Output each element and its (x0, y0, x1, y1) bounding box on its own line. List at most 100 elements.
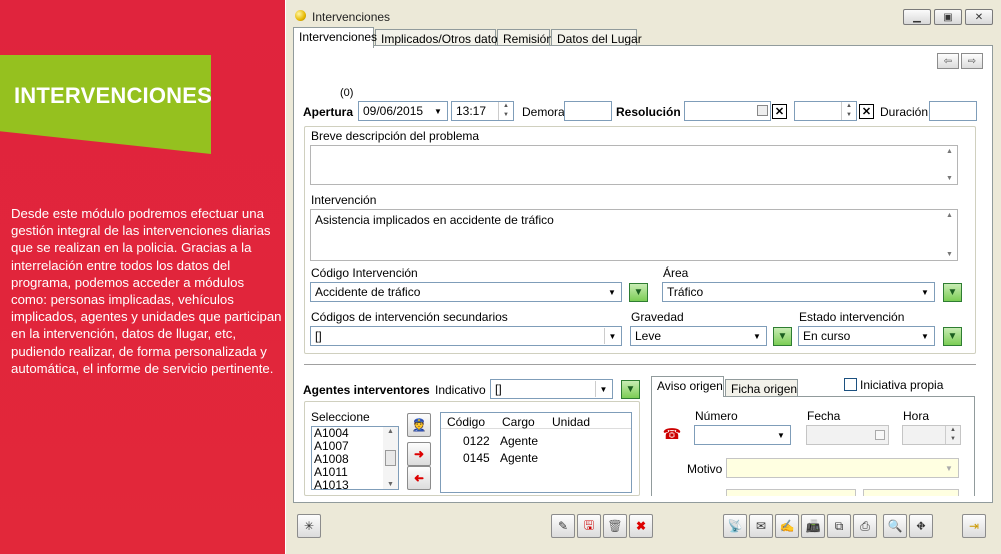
cancel-icon[interactable]: ✖ (629, 514, 653, 538)
cell-cargo: Agente (500, 451, 539, 465)
agent-available-list[interactable]: A1004 A1007 A1008 A1011 A1013 ▲ ▼ (311, 426, 399, 490)
aviso-panel: Número Fecha Hora ☎ ▼ ▲ ▼ Motivo ▼ (651, 396, 975, 496)
apertura-time-value: 13:17 (456, 104, 487, 118)
edit-icon[interactable]: ✎ (551, 514, 575, 538)
gravedad-label: Gravedad (631, 310, 684, 324)
chevron-down-icon[interactable]: ▼ (595, 381, 611, 397)
motivo-select[interactable]: ▼ (726, 458, 959, 478)
apertura-time-input[interactable]: 13:17 ▲ ▼ (451, 101, 514, 121)
phone-icon[interactable]: ☎ (661, 425, 683, 443)
window-title: Intervenciones (312, 10, 391, 24)
chevron-down-icon[interactable]: ▼ (917, 328, 933, 344)
time-spinner-icon[interactable]: ▲ ▼ (945, 426, 960, 444)
close-button[interactable]: ✕ (965, 9, 993, 25)
chevron-down-icon[interactable]: ▼ (941, 460, 957, 476)
remove-agent-arrow-icon[interactable]: ➜ (407, 466, 431, 490)
breve-textarea[interactable]: ▲ ▼ (310, 145, 958, 185)
new-record-icon[interactable]: ✳ (297, 514, 321, 538)
scrollbar[interactable]: ▲ ▼ (942, 146, 957, 184)
chevron-down-icon[interactable]: ▼ (604, 328, 620, 344)
area-select[interactable]: Tráfico ▼ (662, 282, 935, 302)
exit-icon[interactable]: ⇥ (962, 514, 986, 538)
print-icon[interactable]: ⎙ (853, 514, 877, 538)
codigo-confirm-button[interactable]: ▼ (629, 283, 648, 302)
iniciativa-checkbox[interactable] (844, 378, 857, 391)
indicativo-select[interactable]: [] ▼ (490, 379, 613, 399)
chevron-down-icon[interactable]: ▼ (430, 103, 446, 119)
table-row[interactable]: 0122 Agente (441, 432, 631, 448)
indicativo-value: [] (495, 382, 502, 396)
chevron-down-icon[interactable]: ▼ (773, 427, 789, 443)
radio-icon[interactable]: 📡 (723, 514, 747, 538)
tab-aviso-origen[interactable]: Aviso origen (651, 376, 724, 397)
record-counter: (0) (340, 87, 354, 99)
resolucion-time-input[interactable]: ▲ ▼ (794, 101, 857, 121)
iniciativa-label: Iniciativa propia (860, 378, 944, 392)
time-spinner-icon[interactable]: ▲ ▼ (841, 102, 856, 120)
secundarios-select[interactable]: [] ▼ (310, 326, 622, 346)
gravedad-confirm-button[interactable]: ▼ (773, 327, 792, 346)
fecha-input[interactable] (806, 425, 889, 445)
codigo-select[interactable]: Accidente de tráfico ▼ (310, 282, 622, 302)
column-header[interactable]: Cargo (502, 415, 535, 429)
next-record-button[interactable]: ⇨ (961, 53, 983, 69)
column-header[interactable]: Unidad (552, 415, 590, 429)
apertura-label: Apertura (303, 105, 354, 119)
tab-intervenciones[interactable]: Intervenciones (293, 27, 377, 48)
demora-input[interactable] (564, 101, 612, 121)
fecha-label: Fecha (807, 409, 841, 423)
duracion-input[interactable] (929, 101, 977, 121)
search-icon[interactable]: 🔍 (883, 514, 907, 538)
estado-confirm-button[interactable]: ▼ (943, 327, 962, 346)
trash-icon[interactable]: 🗑 (603, 514, 627, 538)
agentes-group: Seleccione A1004 A1007 A1008 A1011 A1013… (304, 401, 640, 496)
sign-icon[interactable]: ✍ (775, 514, 799, 538)
clear-resolucion-time-button[interactable]: ✕ (859, 104, 874, 119)
prev-record-button[interactable]: ⇦ (937, 53, 959, 69)
tab-panel: ⇦ ⇨ (0) Apertura 09/06/2015 ▼ 13:17 ▲ ▼ D… (293, 45, 993, 503)
chevron-down-icon[interactable]: ▼ (749, 328, 765, 344)
indicativo-label: Indicativo (435, 383, 486, 397)
cell-cargo: Agente (500, 434, 539, 448)
numero-select[interactable]: ▼ (694, 425, 791, 445)
area-label: Área (663, 266, 689, 280)
intervencion-value: Asistencia implicados en accidente de tr… (315, 213, 554, 227)
calendar-icon[interactable] (875, 430, 885, 440)
duracion-label: Duración (880, 105, 929, 119)
mail-icon[interactable]: ✉ (749, 514, 773, 538)
save-icon[interactable]: 🖫 (577, 514, 601, 538)
seleccione-label: Seleccione (311, 410, 370, 424)
table-header: Código Cargo Unidad (441, 413, 631, 429)
hora-input[interactable]: ▲ ▼ (902, 425, 961, 445)
extra-field-1[interactable] (726, 489, 856, 496)
estado-select[interactable]: En curso ▼ (798, 326, 935, 346)
road-icon[interactable]: ⛖ (909, 514, 933, 538)
chevron-down-icon[interactable]: ▼ (917, 284, 933, 300)
gravedad-select[interactable]: Leve ▼ (630, 326, 767, 346)
scrollbar[interactable]: ▲ ▼ (383, 427, 398, 489)
agent-table: Código Cargo Unidad 0122 Agente 0145 Age… (440, 412, 632, 493)
column-header[interactable]: Código (447, 415, 485, 429)
intervencion-textarea[interactable]: Asistencia implicados en accidente de tr… (310, 209, 958, 261)
resolucion-date-picker[interactable] (684, 101, 771, 121)
maximize-button[interactable]: ▣ (934, 9, 962, 25)
promo-description: Desde este módulo podremos efectuar una … (11, 206, 282, 376)
table-row[interactable]: 0145 Agente (441, 449, 631, 465)
calendar-icon[interactable] (757, 105, 768, 116)
chevron-down-icon[interactable]: ▼ (604, 284, 620, 300)
add-agent-arrow-icon[interactable]: ➜ (407, 442, 431, 466)
clear-resolucion-date-button[interactable]: ✕ (772, 104, 787, 119)
copy-icon[interactable]: ⧉ (827, 514, 851, 538)
minimize-button[interactable]: ▁ (903, 9, 931, 25)
indicativo-confirm-button[interactable]: ▼ (621, 380, 640, 399)
gravedad-value: Leve (635, 329, 662, 343)
fax-icon[interactable]: 📠 (801, 514, 825, 538)
agent-select-button[interactable]: 👮 (407, 413, 431, 437)
area-confirm-button[interactable]: ▼ (943, 283, 962, 302)
apertura-date-picker[interactable]: 09/06/2015 ▼ (358, 101, 448, 121)
agentes-title: Agentes interventores (303, 383, 430, 397)
extra-field-2[interactable] (863, 489, 959, 496)
scrollbar[interactable]: ▲ ▼ (942, 210, 957, 260)
motivo-label: Motivo (687, 462, 723, 476)
time-spinner-icon[interactable]: ▲ ▼ (498, 102, 513, 120)
